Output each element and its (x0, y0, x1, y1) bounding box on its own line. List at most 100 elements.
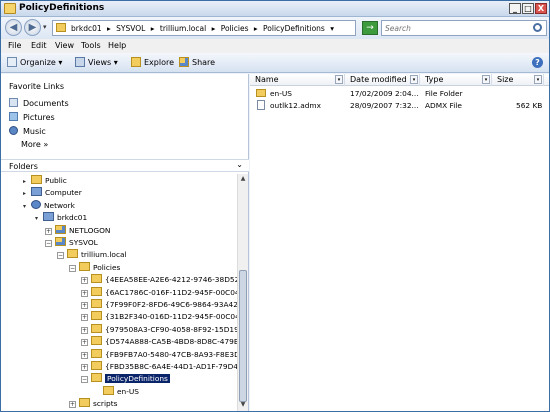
organize-button[interactable]: Organize ▾ (7, 57, 62, 69)
explore-button[interactable]: Explore (131, 57, 174, 69)
breadcrumb-dropdown-icon[interactable]: ▾ (330, 24, 334, 33)
tree-expander-icon[interactable]: + (81, 364, 88, 371)
column-dropdown-icon[interactable]: ▾ (534, 75, 542, 84)
menu-tools[interactable]: Tools (81, 41, 101, 50)
tree-node[interactable]: ▾ brkdc01 (33, 212, 87, 224)
folder-icon (79, 261, 90, 271)
menu-view[interactable]: View (55, 41, 74, 50)
share-label: Share (192, 58, 216, 67)
tree-expander-icon[interactable]: + (81, 314, 88, 322)
tree-expander-icon[interactable]: − (81, 376, 88, 384)
favorite-pictures[interactable]: Pictures (9, 112, 55, 122)
column-size[interactable]: Size ▾ (492, 74, 544, 86)
tree-node[interactable]: ▾ Network (21, 199, 75, 212)
breadcrumb-brkdc01[interactable]: brkdc01 (71, 24, 102, 33)
scroll-down-icon[interactable]: ▼ (239, 401, 247, 409)
forward-button[interactable]: ▶ (24, 19, 41, 36)
folder-icon (91, 299, 102, 308)
tree-expander-icon[interactable]: + (81, 277, 88, 285)
tree-node[interactable]: + {D574A888-CA5B-4BD8-8D8C-479B985E3C0A} (81, 336, 237, 348)
search-icon[interactable] (533, 23, 542, 32)
search-box[interactable] (381, 20, 547, 36)
collapse-chevron-icon[interactable]: ⌄ (236, 160, 243, 169)
column-date-modified[interactable]: Date modified ▾ (345, 74, 420, 86)
tree-expander-icon[interactable]: ▸ (21, 178, 28, 185)
tree-expander-icon[interactable]: ▾ (21, 203, 28, 210)
tree-node[interactable]: + {31B2F340-016D-11D2-945F-00C04FB984F9} (81, 311, 237, 323)
folder-tree-scrollbar[interactable]: ▲ ▼ (237, 174, 248, 411)
back-button[interactable]: ◀ (5, 19, 22, 36)
search-input[interactable] (385, 22, 527, 34)
favorite-documents[interactable]: Documents (9, 98, 69, 108)
menu-edit[interactable]: Edit (31, 41, 47, 50)
scrollbar-thumb[interactable] (239, 270, 247, 402)
refresh-button[interactable]: → (362, 21, 378, 35)
file-row[interactable]: en-US 17/02/2009 2:04... File Folder (250, 88, 549, 99)
tree-node[interactable]: + {6AC1786C-016F-11D2-945F-00C04FB984F9} (81, 286, 237, 299)
tree-expander-icon[interactable]: + (45, 227, 52, 235)
pictures-icon (9, 112, 18, 121)
share-button[interactable]: Share (179, 57, 215, 69)
scroll-up-icon[interactable]: ▲ (239, 175, 247, 183)
favorites-more-link[interactable]: More » (21, 140, 48, 149)
minimize-button[interactable]: _ (509, 3, 521, 14)
tree-node[interactable]: − Policies (69, 261, 121, 274)
address-bar[interactable]: brkdc01 ▸ SYSVOL ▸ trillium.local ▸ Poli… (52, 20, 356, 36)
close-button[interactable]: X (535, 3, 547, 14)
folder-icon (79, 398, 90, 408)
tree-node[interactable]: − trillium.local (57, 249, 127, 261)
breadcrumb-separator-icon[interactable]: ▸ (254, 24, 258, 33)
help-icon[interactable]: ? (532, 57, 543, 68)
folders-header[interactable]: Folders ⌄ (1, 159, 249, 172)
maximize-button[interactable]: □ (522, 3, 534, 14)
tree-expander-icon[interactable]: + (81, 326, 88, 334)
file-row[interactable]: outlk12.admx 28/09/2007 7:32... ADMX Fil… (250, 100, 549, 111)
breadcrumb-trillium-local[interactable]: trillium.local (160, 24, 206, 33)
tree-expander-icon[interactable] (93, 387, 100, 394)
breadcrumb-separator-icon[interactable]: ▸ (151, 24, 155, 33)
tree-node[interactable]: + {979508A3-CF90-4058-8F92-15D19F47F088} (81, 323, 237, 336)
tree-expander-icon[interactable]: ▾ (33, 215, 40, 222)
column-dropdown-icon[interactable]: ▾ (482, 75, 490, 84)
column-dropdown-icon[interactable]: ▾ (410, 75, 418, 84)
tree-node[interactable]: + scripts (69, 398, 117, 410)
tree-node-label: brkdc01 (57, 213, 88, 223)
folder-icon (91, 323, 102, 333)
tree-node[interactable]: en-US (93, 385, 139, 398)
tree-expander-icon[interactable]: − (69, 264, 76, 272)
menu-help[interactable]: Help (108, 41, 126, 50)
tree-expander-icon[interactable]: + (81, 289, 88, 297)
tree-expander-icon[interactable]: + (81, 302, 88, 309)
breadcrumb-separator-icon[interactable]: ▸ (212, 24, 216, 33)
breadcrumb-policydefinitions[interactable]: PolicyDefinitions (263, 24, 325, 33)
tree-node[interactable]: − SYSVOL (45, 237, 98, 249)
breadcrumb: brkdc01 ▸ SYSVOL ▸ trillium.local ▸ Poli… (71, 24, 337, 33)
file-list-pane: Name ▾ Date modified ▾ Type ▾ Size ▾ en-US 1… (250, 74, 549, 411)
tree-expander-icon[interactable]: + (69, 401, 76, 409)
favorite-music[interactable]: Music (9, 126, 46, 136)
tree-node-label: Policies (93, 262, 121, 272)
tree-node[interactable]: + {7F99F0F2-8FD6-49C6-9864-93A42407A2F1} (81, 299, 237, 311)
breadcrumb-policies[interactable]: Policies (221, 24, 249, 33)
tree-expander-icon[interactable]: + (81, 351, 88, 359)
tree-expander-icon[interactable]: ▸ (21, 190, 28, 197)
tree-node[interactable]: + {FBD35B8C-6A4E-44D1-AD1F-79D4A17AE7A7} (81, 361, 237, 373)
tree-node[interactable]: + NETLOGON (45, 224, 110, 237)
views-button[interactable]: Views ▾ (75, 57, 118, 69)
column-dropdown-icon[interactable]: ▾ (335, 75, 343, 84)
tree-node[interactable]: ▸ Computer (21, 187, 82, 199)
tree-expander-icon[interactable]: + (81, 339, 88, 347)
tree-node[interactable]: + {4EEA58EE-A2E6-4212-9746-38D525131B9} (81, 274, 237, 286)
title-bar[interactable]: PolicyDefinitions _ □ X (1, 1, 549, 17)
tree-node[interactable]: ▸ Public (21, 175, 67, 187)
tree-node[interactable]: − PolicyDefinitions (81, 373, 170, 385)
column-type[interactable]: Type ▾ (420, 74, 492, 86)
menu-file[interactable]: File (8, 41, 21, 50)
breadcrumb-separator-icon[interactable]: ▸ (107, 24, 111, 33)
breadcrumb-sysvol[interactable]: SYSVOL (116, 24, 145, 33)
tree-node[interactable]: + {FB9FB7A0-5480-47CB-8A93-F8E3DAA4A79E} (81, 348, 237, 361)
tree-expander-icon[interactable]: − (57, 252, 64, 260)
column-name[interactable]: Name ▾ (250, 74, 345, 86)
tree-expander-icon[interactable]: − (45, 240, 52, 247)
recent-pages-dropdown[interactable]: ▾ (43, 23, 47, 31)
